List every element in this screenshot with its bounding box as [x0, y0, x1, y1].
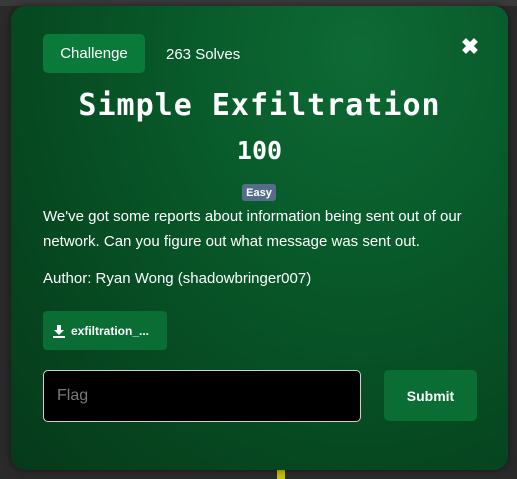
challenge-author: Author: Ryan Wong (shadowbringer007)	[43, 270, 312, 287]
flag-input[interactable]	[43, 370, 361, 422]
tab-challenge[interactable]: Challenge	[43, 34, 145, 73]
challenge-description: We've got some reports about information…	[43, 208, 462, 250]
submit-button[interactable]: Submit	[384, 370, 477, 421]
file-name: exfiltration_...	[71, 323, 150, 338]
file-download-button[interactable]: exfiltration_...	[43, 311, 167, 350]
challenge-points: 100	[236, 136, 283, 165]
difficulty-badge: Easy	[242, 184, 276, 201]
challenge-title: Simple Exfiltration	[78, 88, 441, 123]
solves-count[interactable]: 263 Solves	[166, 46, 240, 63]
backdrop-accent	[277, 470, 285, 479]
close-icon[interactable]: ✖	[459, 36, 481, 58]
download-icon	[53, 324, 65, 338]
